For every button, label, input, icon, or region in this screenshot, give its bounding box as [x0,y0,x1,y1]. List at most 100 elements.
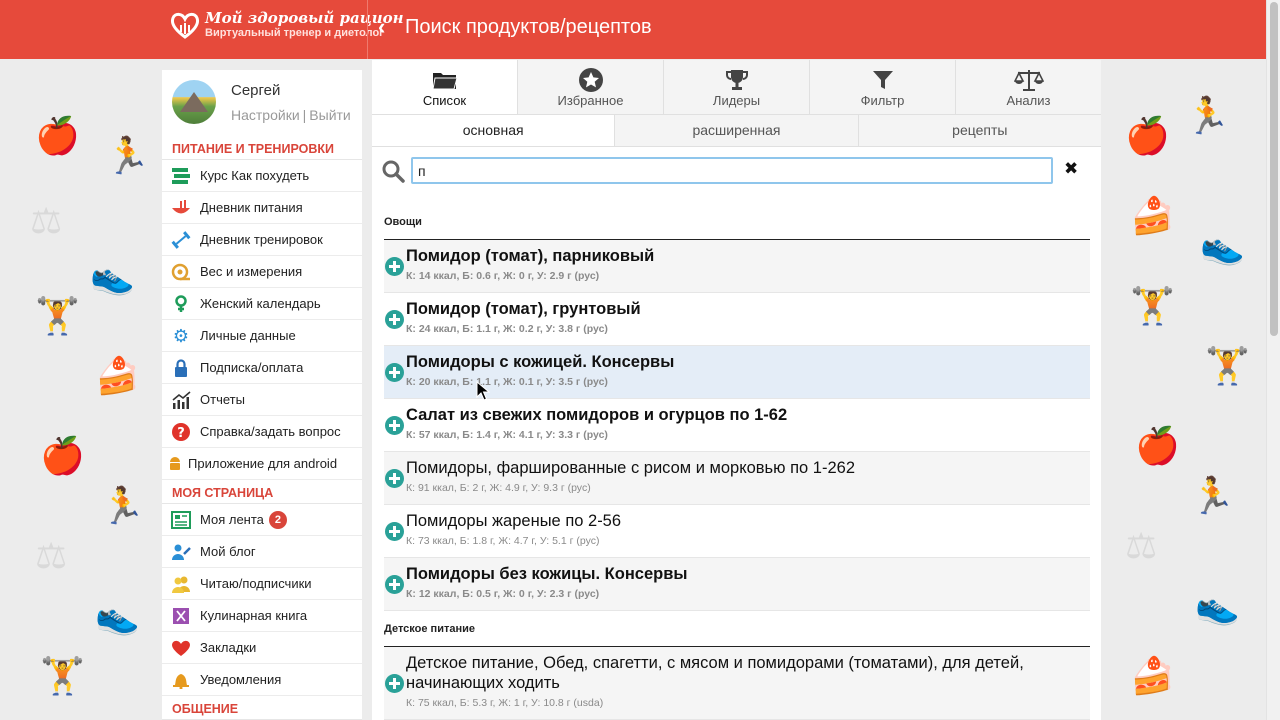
apple-icon: 🍎 [35,116,80,157]
clear-search-button[interactable]: ✖ [1064,159,1078,179]
user-panel: Сергей Настройки | Выйти [162,70,362,136]
add-product-button[interactable] [385,575,404,594]
sidebar-item-weight[interactable]: Вес и измерения [162,256,362,288]
sidebar-item-my-feed[interactable]: Моя лента 2 [162,504,362,536]
food-diary-icon [162,199,200,217]
add-product-button[interactable] [385,416,404,435]
product-name[interactable]: Помидоры без кожицы. Консервы [406,564,687,584]
sidebar-item-label: Моя лента [200,512,264,527]
section-title-communication: ОБЩЕНИЕ [162,696,362,720]
product-row[interactable]: Помидоры без кожицы. Консервы К: 12 ккал… [384,558,1090,611]
sidebar-item-workout-diary[interactable]: Дневник тренировок [162,224,362,256]
tab-label: Список [422,93,467,108]
shoe-icon: 👟 [1200,226,1245,267]
running-man-icon: 🏃 [1190,476,1235,517]
sidebar-item-weight-loss-course[interactable]: Курс Как похудеть [162,160,362,192]
scale-icon: ⚖ [35,536,68,577]
tab-filter[interactable]: Фильтр [810,60,956,114]
top-tabs: Список Избранное Лидеры Фильтр Анализ [372,60,1101,115]
sidebar-item-personal-data[interactable]: ⚙ Личные данные [162,320,362,352]
page-scrollbar[interactable] [1266,0,1280,720]
settings-link[interactable]: Настройки [231,107,300,123]
sidebar-item-reports[interactable]: Отчеты [162,384,362,416]
sidebar-item-label: Личные данные [200,328,296,343]
group-title: Овощи [384,195,1090,240]
product-nutrition: К: 73 ккал, Б: 1.8 г, Ж: 4.7 г, У: 5.1 г… [406,535,600,547]
user-name[interactable]: Сергей [231,82,280,99]
product-row[interactable]: Помидоры, фаршированные с рисом и морков… [384,452,1090,505]
product-nutrition: К: 24 ккал, Б: 1.1 г, Ж: 0.2 г, У: 3.8 г… [406,323,608,335]
sidebar-item-cookbook[interactable]: Кулинарная книга [162,600,362,632]
tab-basic[interactable]: основная [372,115,616,146]
scales-icon [956,65,1101,93]
filter-icon [810,65,955,93]
product-row[interactable]: Помидоры жареные по 2-56 К: 73 ккал, Б: … [384,505,1090,558]
sidebar-item-subscription[interactable]: Подписка/оплата [162,352,362,384]
add-product-button[interactable] [385,469,404,488]
product-nutrition: К: 57 ккал, Б: 1.4 г, Ж: 4.1 г, У: 3.3 г… [406,429,608,441]
mouse-cursor-icon [476,381,490,401]
link-separator: | [302,107,307,123]
site-logo[interactable]: Мой здоровый рацион Виртуальный тренер и… [170,10,404,40]
product-name[interactable]: Помидор (томат), грунтовый [406,299,641,319]
search-row: ✖ [372,147,1101,195]
back-button[interactable]: ‹ [378,16,385,38]
scale-icon: ⚖ [30,201,63,242]
product-name[interactable]: Помидоры с кожицей. Консервы [406,352,674,372]
lock-icon [162,358,200,377]
tab-analysis[interactable]: Анализ [956,60,1101,114]
add-product-button[interactable] [385,310,404,329]
svg-text:?: ? [177,426,185,441]
course-icon [162,167,200,185]
add-product-button[interactable] [385,363,404,382]
tab-extended[interactable]: расширенная [615,115,859,146]
product-nutrition: К: 75 ккал, Б: 5.3 г, Ж: 1 г, У: 10.8 г … [406,697,604,709]
sidebar-item-followers[interactable]: Читаю/подписчики [162,568,362,600]
product-name[interactable]: Помидор (томат), парниковый [406,246,654,266]
product-row[interactable]: Салат из свежих помидоров и огурцов по 1… [384,399,1090,452]
product-nutrition: К: 20 ккал, Б: 1.1 г, Ж: 0.1 г, У: 3.5 г… [406,376,608,388]
scrollbar-thumb[interactable] [1270,2,1278,336]
product-name[interactable]: Помидоры жареные по 2-56 [406,511,621,531]
sidebar-item-android-app[interactable]: Приложение для android [162,448,362,480]
sidebar-item-label: Читаю/подписчики [200,576,312,591]
sidebar: Сергей Настройки | Выйти ПИТАНИЕ И ТРЕНИРО… [162,70,362,720]
add-product-button[interactable] [385,674,404,693]
sidebar-item-help[interactable]: ? Справка/задать вопрос [162,416,362,448]
tab-favorites[interactable]: Избранное [518,60,664,114]
product-nutrition: К: 12 ккал, Б: 0.5 г, Ж: 0 г, У: 2.3 г (… [406,588,600,600]
sidebar-item-bookmarks[interactable]: Закладки [162,632,362,664]
sidebar-item-label: Женский календарь [200,296,321,311]
trophy-icon [664,65,809,93]
add-product-button[interactable] [385,522,404,541]
search-input[interactable] [411,157,1053,184]
add-product-button[interactable] [385,257,404,276]
shoe-icon: 👟 [95,596,140,637]
product-row[interactable]: Помидор (томат), парниковый К: 14 ккал, … [384,240,1090,293]
product-name[interactable]: Детское питание, Обед, спагетти, с мясом… [406,653,1066,693]
sidebar-item-food-diary[interactable]: Дневник питания [162,192,362,224]
logout-link[interactable]: Выйти [309,107,350,123]
logo-title: Мой здоровый рацион [205,9,404,27]
sidebar-item-female-calendar[interactable]: Женский календарь [162,288,362,320]
heart-logo-icon [170,12,200,39]
apple-icon: 🍎 [1125,116,1170,157]
apple-icon: 🍎 [1135,426,1180,467]
cake-icon: 🍰 [95,356,140,397]
sidebar-item-notifications[interactable]: Уведомления [162,664,362,696]
product-row[interactable]: Помидор (томат), грунтовый К: 24 ккал, Б… [384,293,1090,346]
top-header: Мой здоровый рацион Виртуальный тренер и… [0,0,1266,59]
tab-list[interactable]: Список [372,60,518,114]
product-row[interactable]: Детское питание, Обед, спагетти, с мясом… [384,647,1090,720]
sidebar-item-label: Справка/задать вопрос [200,424,341,439]
avatar[interactable] [172,80,216,124]
tab-recipes[interactable]: рецепты [859,115,1101,146]
header-divider [367,0,368,59]
tab-leaders[interactable]: Лидеры [664,60,810,114]
gear-icon: ⚙ [172,325,190,346]
tab-label: Избранное [557,93,624,108]
measure-tape-icon [162,263,200,281]
product-name[interactable]: Салат из свежих помидоров и огурцов по 1… [406,405,787,425]
product-name[interactable]: Помидоры, фаршированные с рисом и морков… [406,458,855,478]
sidebar-item-my-blog[interactable]: Мой блог [162,536,362,568]
